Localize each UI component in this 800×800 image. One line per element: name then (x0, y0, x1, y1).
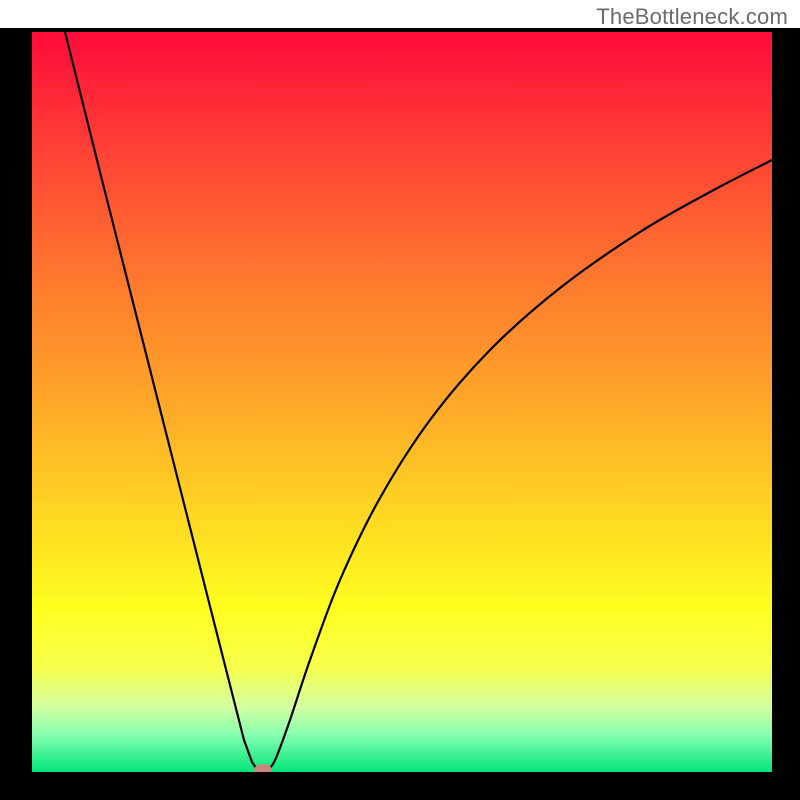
plot-background (32, 32, 772, 772)
chart-stage: TheBottleneck.com (0, 0, 800, 800)
chart-svg (0, 0, 800, 800)
